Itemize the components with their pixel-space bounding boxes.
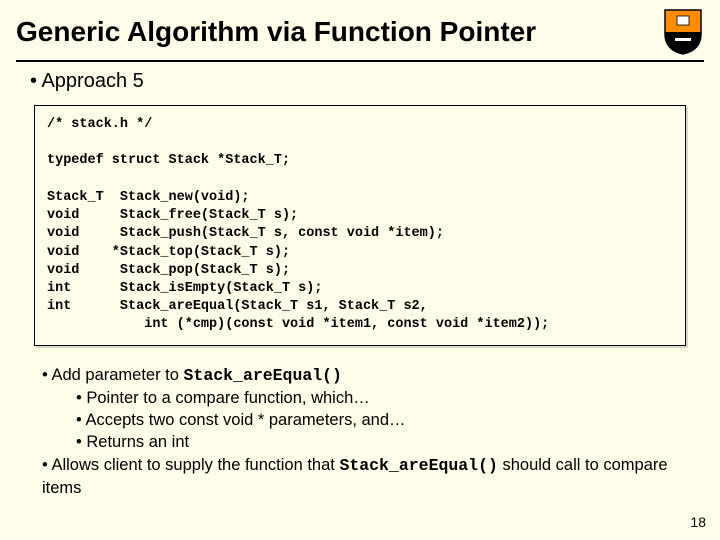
slide-content: Approach 5 /* stack.h */ typedef struct …: [0, 70, 720, 499]
note-params: Accepts two const void * parameters, and…: [76, 409, 692, 431]
slide-title: Generic Algorithm via Function Pointer: [16, 16, 662, 48]
princeton-crest-icon: [662, 8, 704, 56]
note-code: Stack_areEqual(): [184, 366, 342, 385]
code-box: /* stack.h */ typedef struct Stack *Stac…: [34, 105, 686, 346]
note-text: Add parameter to: [51, 366, 183, 384]
note-compare-pointer: Pointer to a compare function, which…: [76, 387, 692, 409]
page-number: 18: [690, 514, 706, 530]
note-text: Allows client to supply the function tha…: [51, 456, 339, 474]
note-allows-client: Allows client to supply the function tha…: [42, 454, 692, 500]
title-divider: [16, 60, 704, 62]
note-return: Returns an int: [76, 431, 692, 453]
notes-list: Add parameter to Stack_areEqual() Pointe…: [42, 364, 692, 500]
note-add-parameter: Add parameter to Stack_areEqual(): [42, 364, 692, 387]
approach-heading: Approach 5: [30, 70, 692, 93]
code-listing: /* stack.h */ typedef struct Stack *Stac…: [47, 116, 673, 335]
title-row: Generic Algorithm via Function Pointer: [0, 0, 720, 60]
note-code: Stack_areEqual(): [339, 456, 497, 475]
